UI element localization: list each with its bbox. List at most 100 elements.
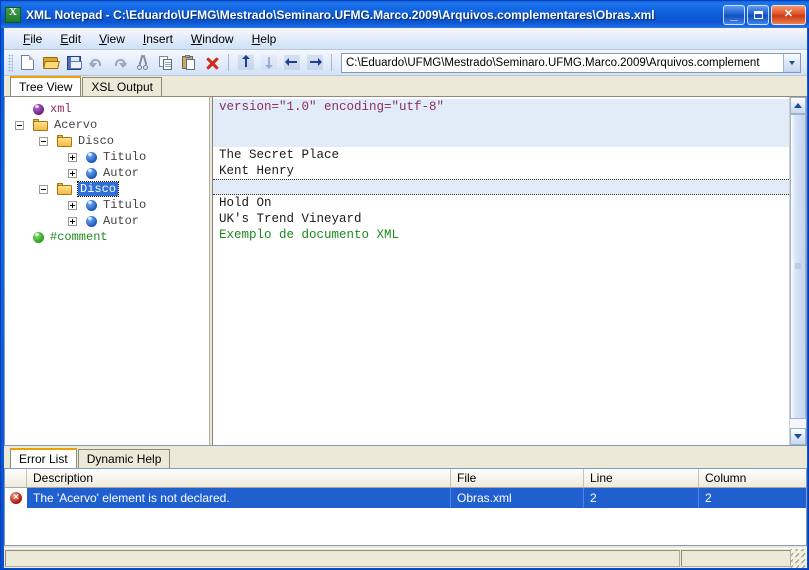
menu-insert-rest: nsert [146,31,173,46]
xml-tree-view[interactable]: xml Acervo Disco Titulo Autor Disco Titu… [5,97,209,445]
tab-dynamic-help[interactable]: Dynamic Help [77,449,171,468]
paste-button[interactable] [177,52,200,74]
application-window: XML Notepad - C:\Eduardo\UFMG\Mestrado\S… [0,0,809,570]
redo-icon [112,56,127,69]
address-combobox[interactable]: C:\Eduardo\UFMG\Mestrado\Seminaro.UFMG.M… [341,52,801,73]
tab-tree-view[interactable]: Tree View [10,76,82,96]
minimize-icon: _ [730,6,738,22]
column-header-icon [5,469,27,487]
xml-row[interactable]: Exemplo de documento XML [213,227,789,243]
tab-xsl-output-label: XSL Output [91,80,153,94]
cell-file: Obras.xml [451,488,584,508]
scroll-down-arrow-icon [794,434,802,439]
save-button[interactable] [62,52,85,74]
title-bar[interactable]: XML Notepad - C:\Eduardo\UFMG\Mestrado\S… [1,1,809,28]
tree-node-label: xml [50,102,72,116]
xml-row[interactable]: The Secret Place [213,147,789,163]
blue-orb-icon [86,215,97,227]
menu-help-rest: elp [260,31,277,46]
paste-icon [181,55,196,70]
tree-node-acervo[interactable]: Acervo [5,117,209,133]
xml-row[interactable]: Hold On [213,195,789,211]
scroll-up-button[interactable] [790,97,806,114]
expander-plus-icon[interactable] [68,152,77,162]
move-node-up-icon [237,55,254,70]
tree-node-xml[interactable]: xml [5,101,209,117]
scroll-down-button[interactable] [790,428,806,445]
menu-insert[interactable]: Insert [134,30,182,48]
xml-notepad-icon [5,6,21,23]
tree-node-titulo-2[interactable]: Titulo [5,197,209,213]
tree-node-comment[interactable]: #comment [5,229,209,245]
address-dropdown-button[interactable] [783,53,800,72]
chevron-down-icon [789,60,795,65]
delete-button[interactable] [200,52,223,74]
xml-row-focused[interactable] [213,179,789,195]
maximize-button[interactable] [747,4,769,25]
xml-row[interactable] [213,115,789,131]
open-button[interactable] [39,52,62,74]
scroll-up-arrow-icon [794,103,802,108]
xml-row[interactable]: UK's Trend Vineyard [213,211,789,227]
menu-help[interactable]: Help [243,30,286,48]
close-button[interactable]: ✕ [771,4,806,25]
tree-node-label: Disco [76,181,120,197]
bottom-dock: Error List Dynamic Help Description File… [4,446,807,568]
expander-plus-icon[interactable] [68,216,77,226]
xml-row[interactable]: Kent Henry [213,163,789,179]
tree-node-autor-2[interactable]: Autor [5,213,209,229]
move-node-down-button[interactable] [257,52,280,74]
expander-plus-icon[interactable] [68,168,77,178]
resize-grip-icon[interactable] [791,549,807,568]
toolbar-grip[interactable] [8,53,13,72]
error-list-empty-area[interactable] [5,508,806,545]
undo-button[interactable] [85,52,108,74]
vertical-scrollbar[interactable] [789,97,806,445]
tree-node-autor-1[interactable]: Autor [5,165,209,181]
menu-view[interactable]: View [90,30,134,48]
scrollbar-track[interactable] [790,114,806,428]
menu-file[interactable]: File [14,30,51,48]
column-header-description[interactable]: Description [27,469,451,487]
xml-value-editor[interactable]: version="1.0" encoding="utf-8" The Secre… [213,97,789,445]
demote-node-button[interactable] [303,52,326,74]
tree-node-titulo-1[interactable]: Titulo [5,149,209,165]
scrollbar-thumb[interactable] [790,114,806,419]
error-list-grid[interactable]: Description File Line Column The 'Acervo… [4,468,807,546]
xml-row[interactable] [213,131,789,147]
menu-window[interactable]: Window [182,30,243,48]
tab-error-list[interactable]: Error List [10,448,77,468]
redo-button[interactable] [108,52,131,74]
expander-minus-icon[interactable] [39,184,48,194]
address-input[interactable]: C:\Eduardo\UFMG\Mestrado\Seminaro.UFMG.M… [342,57,783,69]
open-folder-icon [42,56,60,69]
tree-node-disco-1[interactable]: Disco [5,133,209,149]
toolbar: C:\Eduardo\UFMG\Mestrado\Seminaro.UFMG.M… [4,50,807,76]
column-header-column[interactable]: Column [699,469,806,487]
window-controls: _ ✕ [723,4,809,25]
xml-row[interactable]: version="1.0" encoding="utf-8" [213,99,789,115]
copy-icon [158,55,173,70]
move-node-up-button[interactable] [234,52,257,74]
tree-node-disco-2-selected[interactable]: Disco [5,181,209,197]
table-row[interactable]: The 'Acervo' element is not declared. Ob… [5,488,806,508]
copy-button[interactable] [154,52,177,74]
new-button[interactable] [16,52,39,74]
promote-node-icon [283,55,300,70]
cell-line: 2 [584,488,699,508]
column-header-file[interactable]: File [451,469,584,487]
menu-file-rest: ile [30,31,43,46]
purple-orb-icon [33,103,44,115]
error-icon [10,492,22,504]
move-node-down-icon [260,55,277,70]
promote-node-button[interactable] [280,52,303,74]
expander-minus-icon[interactable] [39,136,48,146]
expander-minus-icon[interactable] [15,120,24,130]
row-icon-cell [5,488,27,508]
minimize-button[interactable]: _ [723,4,745,25]
menu-edit[interactable]: Edit [51,30,90,48]
column-header-line[interactable]: Line [584,469,699,487]
tab-xsl-output[interactable]: XSL Output [82,77,162,96]
expander-plus-icon[interactable] [68,200,77,210]
cut-button[interactable] [131,52,154,74]
